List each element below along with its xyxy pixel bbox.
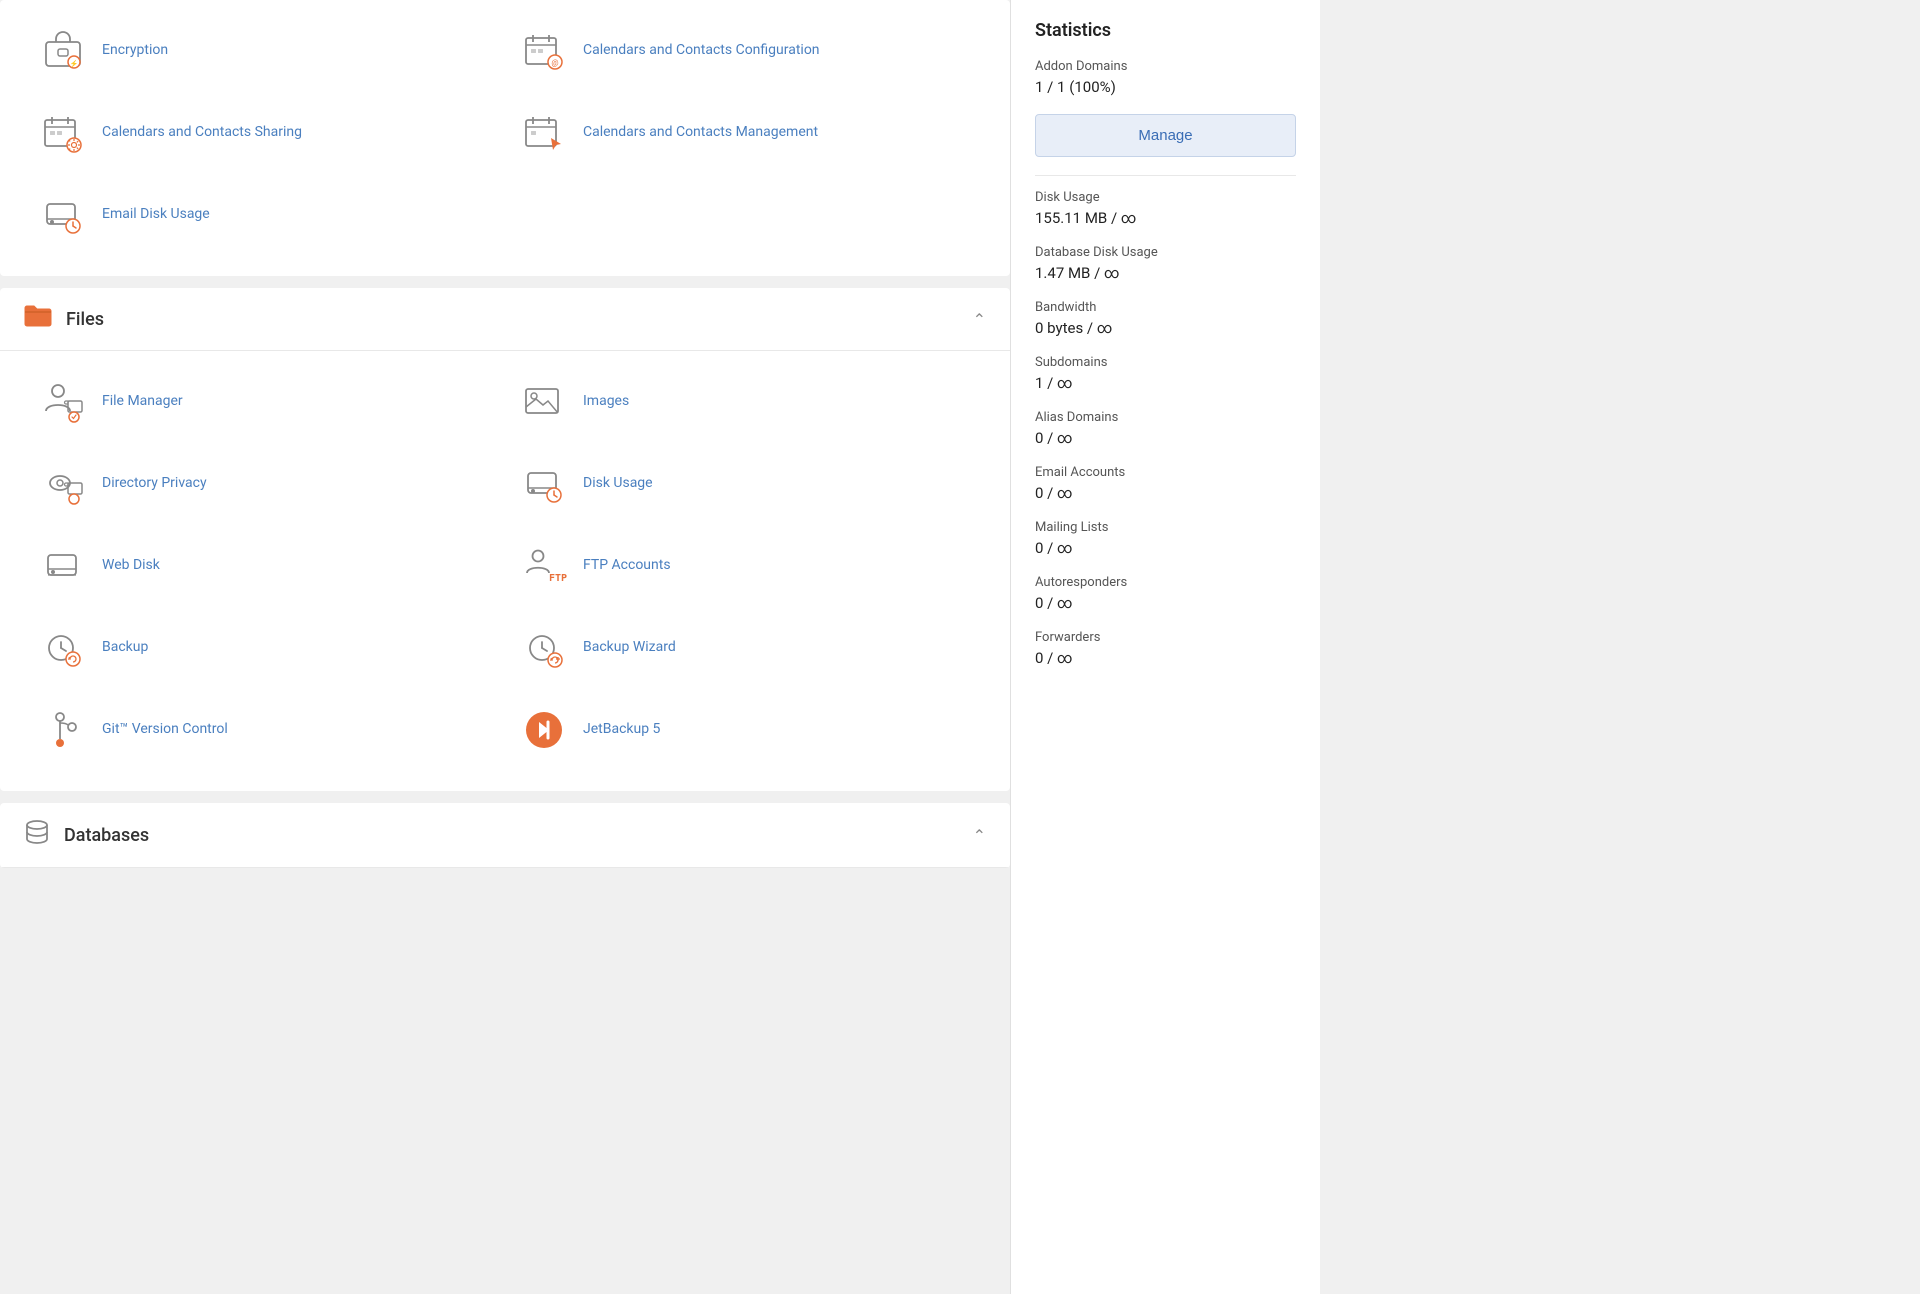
calendar-settings-icon bbox=[40, 110, 86, 156]
encryption-item[interactable]: ⚡ Encryption bbox=[24, 10, 505, 92]
databases-section: Databases ⌃ bbox=[0, 803, 1010, 868]
backup-item[interactable]: Backup bbox=[24, 607, 505, 689]
svg-text:⚡: ⚡ bbox=[70, 59, 79, 68]
alias-domains-stat-value: 0 / ∞ bbox=[1035, 429, 1296, 447]
alias-domains-stat-label: Alias Domains bbox=[1035, 410, 1296, 425]
addon-domains-value: 1 / 1 (100%) bbox=[1035, 78, 1296, 96]
backup-label: Backup bbox=[102, 638, 148, 658]
email-tools-grid: ⚡ Encryption @ bbox=[0, 0, 1010, 276]
web-disk-item[interactable]: Web Disk bbox=[24, 525, 505, 607]
bandwidth-stat-label: Bandwidth bbox=[1035, 300, 1296, 315]
statistics-sidebar: Statistics Addon Domains 1 / 1 (100%) Ma… bbox=[1010, 0, 1320, 1294]
briefcase-icon: ⚡ bbox=[40, 28, 86, 74]
calendar-at-icon: @ bbox=[521, 28, 567, 74]
disk-icon bbox=[40, 543, 86, 589]
databases-section-header[interactable]: Databases ⌃ bbox=[0, 803, 1010, 868]
directory-privacy-item[interactable]: Directory Privacy bbox=[24, 443, 505, 525]
svg-text:FTP: FTP bbox=[549, 573, 567, 584]
autoresponders-stat: Autoresponders 0 / ∞ bbox=[1035, 575, 1296, 612]
autoresponders-stat-value: 0 / ∞ bbox=[1035, 594, 1296, 612]
git-icon bbox=[40, 707, 86, 753]
files-section: Files ⌃ File Manager bbox=[0, 288, 1010, 791]
backup-wizard-label: Backup Wizard bbox=[583, 638, 676, 658]
databases-chevron-icon: ⌃ bbox=[973, 826, 986, 845]
database-disk-usage-stat-value: 1.47 MB / ∞ bbox=[1035, 264, 1296, 282]
disk-clock-icon bbox=[40, 192, 86, 238]
calendar-cursor-icon bbox=[521, 110, 567, 156]
web-disk-label: Web Disk bbox=[102, 556, 160, 576]
databases-section-title: Databases bbox=[64, 825, 149, 846]
stat-divider-1 bbox=[1035, 175, 1296, 176]
jetbackup5-item[interactable]: JetBackup 5 bbox=[505, 689, 986, 771]
person-ftp-icon: FTP bbox=[521, 543, 567, 589]
manage-button[interactable]: Manage bbox=[1035, 114, 1296, 157]
file-manager-label: File Manager bbox=[102, 392, 183, 412]
mailing-lists-stat: Mailing Lists 0 / ∞ bbox=[1035, 520, 1296, 557]
statistics-title: Statistics bbox=[1035, 20, 1296, 41]
databases-header-left: Databases bbox=[24, 819, 149, 851]
disk-usage-files-label: Disk Usage bbox=[583, 474, 653, 494]
email-accounts-stat-value: 0 / ∞ bbox=[1035, 484, 1296, 502]
folder-icon bbox=[24, 304, 52, 334]
images-label: Images bbox=[583, 392, 629, 412]
disk-clock2-icon bbox=[521, 461, 567, 507]
forwarders-stat-label: Forwarders bbox=[1035, 630, 1296, 645]
bandwidth-stat-value: 0 bytes / ∞ bbox=[1035, 319, 1296, 337]
mailing-lists-stat-value: 0 / ∞ bbox=[1035, 539, 1296, 557]
disk-usage-stat-label: Disk Usage bbox=[1035, 190, 1296, 205]
jetbackup-icon bbox=[521, 707, 567, 753]
autoresponders-stat-label: Autoresponders bbox=[1035, 575, 1296, 590]
calendars-config-item[interactable]: @ Calendars and Contacts Configuration bbox=[505, 10, 986, 92]
disk-usage-stat-value: 155.11 MB / ∞ bbox=[1035, 209, 1296, 227]
person-folder-icon bbox=[40, 379, 86, 425]
email-tools-section: ⚡ Encryption @ bbox=[0, 0, 1010, 276]
calendars-management-label: Calendars and Contacts Management bbox=[583, 123, 818, 143]
jetbackup-label: JetBackup 5 bbox=[583, 720, 660, 740]
calendars-sharing-item[interactable]: Calendars and Contacts Sharing bbox=[24, 92, 505, 174]
file-manager-item[interactable]: File Manager bbox=[24, 361, 505, 443]
files-section-header[interactable]: Files ⌃ bbox=[0, 288, 1010, 351]
files-chevron-icon: ⌃ bbox=[973, 310, 986, 329]
subdomains-stat-label: Subdomains bbox=[1035, 355, 1296, 370]
backup-wizard-item[interactable]: Backup Wizard bbox=[505, 607, 986, 689]
calendars-config-label: Calendars and Contacts Configuration bbox=[583, 41, 820, 61]
forwarders-stat-value: 0 / ∞ bbox=[1035, 649, 1296, 667]
email-disk-usage-item[interactable]: Email Disk Usage bbox=[24, 174, 505, 256]
images-item[interactable]: Images bbox=[505, 361, 986, 443]
clock-refresh-plus-icon bbox=[521, 625, 567, 671]
database-disk-usage-stat-label: Database Disk Usage bbox=[1035, 245, 1296, 260]
svg-text:@: @ bbox=[551, 59, 558, 68]
forwarders-stat: Forwarders 0 / ∞ bbox=[1035, 630, 1296, 667]
git-label: Git™ Version Control bbox=[102, 720, 228, 740]
subdomains-stat: Subdomains 1 / ∞ bbox=[1035, 355, 1296, 392]
calendars-sharing-label: Calendars and Contacts Sharing bbox=[102, 123, 302, 143]
calendars-management-item[interactable]: Calendars and Contacts Management bbox=[505, 92, 986, 174]
ftp-accounts-item[interactable]: FTP FTP Accounts bbox=[505, 525, 986, 607]
email-accounts-stat: Email Accounts 0 / ∞ bbox=[1035, 465, 1296, 502]
database-disk-usage-stat: Database Disk Usage 1.47 MB / ∞ bbox=[1035, 245, 1296, 282]
ftp-accounts-label: FTP Accounts bbox=[583, 556, 671, 576]
mailing-lists-stat-label: Mailing Lists bbox=[1035, 520, 1296, 535]
addon-domains-stat: Addon Domains 1 / 1 (100%) bbox=[1035, 59, 1296, 96]
disk-usage-files-item[interactable]: Disk Usage bbox=[505, 443, 986, 525]
files-section-title: Files bbox=[66, 309, 104, 330]
addon-domains-label: Addon Domains bbox=[1035, 59, 1296, 74]
email-disk-usage-label: Email Disk Usage bbox=[102, 205, 210, 225]
subdomains-stat-value: 1 / ∞ bbox=[1035, 374, 1296, 392]
files-header-left: Files bbox=[24, 304, 104, 334]
clock-refresh-icon bbox=[40, 625, 86, 671]
directory-privacy-label: Directory Privacy bbox=[102, 474, 207, 494]
database-icon bbox=[24, 819, 50, 851]
eye-folder-icon bbox=[40, 461, 86, 507]
disk-usage-stat: Disk Usage 155.11 MB / ∞ bbox=[1035, 190, 1296, 227]
email-accounts-stat-label: Email Accounts bbox=[1035, 465, 1296, 480]
encryption-label: Encryption bbox=[102, 41, 168, 61]
git-version-control-item[interactable]: Git™ Version Control bbox=[24, 689, 505, 771]
files-grid: File Manager Images bbox=[0, 351, 1010, 791]
alias-domains-stat: Alias Domains 0 / ∞ bbox=[1035, 410, 1296, 447]
image-icon bbox=[521, 379, 567, 425]
bandwidth-stat: Bandwidth 0 bytes / ∞ bbox=[1035, 300, 1296, 337]
